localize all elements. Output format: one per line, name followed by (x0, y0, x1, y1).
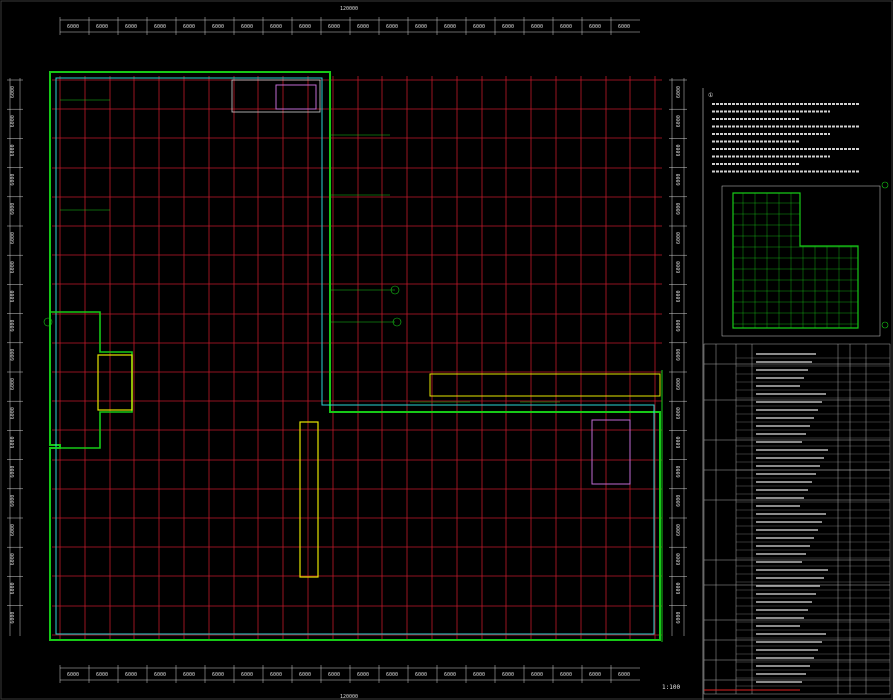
dimension-label: 6000 (10, 144, 16, 156)
dimension-label: 6000 (502, 672, 514, 678)
dimension-label: 6000 (618, 672, 630, 678)
dimension-label: 6000 (270, 24, 282, 30)
dimension-label: 6000 (212, 672, 224, 678)
dimension-label: 6000 (589, 672, 601, 678)
dimension-label: 6000 (10, 378, 16, 390)
dimension-label: 6000 (10, 524, 16, 536)
notes-marker: ① (708, 92, 713, 99)
dimension-label: 6000 (299, 672, 311, 678)
dimension-label: 6000 (676, 466, 682, 478)
dimension-label: 6000 (386, 24, 398, 30)
dimension-label: 6000 (212, 24, 224, 30)
dimension-label: 6000 (10, 407, 16, 419)
overall-dimension-bottom: 120000 (340, 694, 358, 700)
dimension-label: 6000 (676, 232, 682, 244)
notes-panel: ① (702, 88, 891, 700)
dimension-label: 6000 (270, 672, 282, 678)
dimension-label: 6000 (676, 86, 682, 98)
dimension-label: 6000 (676, 261, 682, 273)
dimension-label: 6000 (10, 203, 16, 215)
dimension-label: 6000 (444, 672, 456, 678)
dimension-label: 6000 (676, 436, 682, 448)
dimension-label: 6000 (125, 672, 137, 678)
dimension-label: 6000 (676, 174, 682, 186)
west-cutout (50, 311, 133, 449)
dimension-label: 6000 (676, 524, 682, 536)
dimension-label: 6000 (67, 672, 79, 678)
dimension-label: 6000 (676, 203, 682, 215)
dimension-label: 6000 (444, 24, 456, 30)
dimension-label: 6000 (10, 86, 16, 98)
dimension-label: 6000 (10, 115, 16, 127)
dimension-label: 6000 (10, 612, 16, 624)
equipment-schedule-table (703, 343, 891, 695)
dimension-label: 6000 (386, 672, 398, 678)
key-plan (721, 185, 881, 337)
dimension-label: 6000 (357, 24, 369, 30)
dimension-label: 6000 (10, 232, 16, 244)
dimension-label: 6000 (560, 24, 572, 30)
structural-grid (52, 76, 662, 640)
dimension-label: 6000 (154, 672, 166, 678)
dimension-label: 6000 (560, 672, 572, 678)
dimension-label: 6000 (473, 672, 485, 678)
north-room-b (275, 84, 317, 110)
dimension-label: 6000 (10, 320, 16, 332)
dimension-label: 6000 (154, 24, 166, 30)
dimension-label: 6000 (676, 115, 682, 127)
dimension-label: 6000 (183, 672, 195, 678)
dimension-label: 6000 (618, 24, 630, 30)
dimension-label: 6000 (676, 495, 682, 507)
dimension-label: 6000 (676, 407, 682, 419)
dimension-label: 6000 (415, 672, 427, 678)
dimension-label: 6000 (10, 174, 16, 186)
dimension-label: 6000 (10, 466, 16, 478)
building-walls (49, 71, 663, 642)
dimension-label: 6000 (10, 436, 16, 448)
dimension-label: 6000 (676, 612, 682, 624)
dimension-label: 6000 (299, 24, 311, 30)
loading-dock (429, 373, 661, 397)
dimension-label: 6000 (125, 24, 137, 30)
dimension-label: 6000 (10, 349, 16, 361)
dimension-label: 6000 (67, 24, 79, 30)
dimension-label: 6000 (10, 582, 16, 594)
scale-label: 1:100 (662, 684, 680, 691)
dimension-chains: 6000 6000 6000 6000 6000 6000 6000 6000 6000 6000… (7, 17, 687, 683)
corridor-core (299, 421, 319, 578)
dimension-label: 6000 (676, 553, 682, 565)
dimension-label: 6000 (502, 24, 514, 30)
dimension-label: 6000 (473, 24, 485, 30)
dimension-label: 6000 (328, 672, 340, 678)
dimension-label: 6000 (357, 672, 369, 678)
dimension-label: 6000 (531, 672, 543, 678)
dimension-label: 6000 (328, 24, 340, 30)
dimension-label: 6000 (10, 495, 16, 507)
annotation-leaders (43, 99, 889, 403)
overall-dimension-top: 120000 (340, 6, 358, 12)
dimension-label: 6000 (96, 672, 108, 678)
dimension-label: 6000 (415, 24, 427, 30)
dimension-label: 6000 (676, 144, 682, 156)
dimension-label: 6000 (241, 24, 253, 30)
dimension-label: 6000 (676, 349, 682, 361)
dimension-label: 6000 (531, 24, 543, 30)
dimension-label: 6000 (676, 582, 682, 594)
dimension-label: 6000 (589, 24, 601, 30)
cad-drawing: 6000 6000 6000 6000 6000 6000 6000 6000 6000 6000… (0, 0, 893, 700)
inner-wall (55, 77, 655, 635)
stair-core (97, 354, 133, 411)
outer-wall (49, 71, 661, 641)
dimension-label: 6000 (96, 24, 108, 30)
dimension-label: 6000 (183, 24, 195, 30)
dimension-label: 6000 (10, 290, 16, 302)
dimension-label: 6000 (10, 553, 16, 565)
dimension-label: 6000 (676, 320, 682, 332)
dimension-label: 6000 (10, 261, 16, 273)
notes-lines (712, 103, 860, 173)
dimension-label: 6000 (241, 672, 253, 678)
dimension-label: 6000 (676, 378, 682, 390)
dimension-label: 6000 (676, 290, 682, 302)
